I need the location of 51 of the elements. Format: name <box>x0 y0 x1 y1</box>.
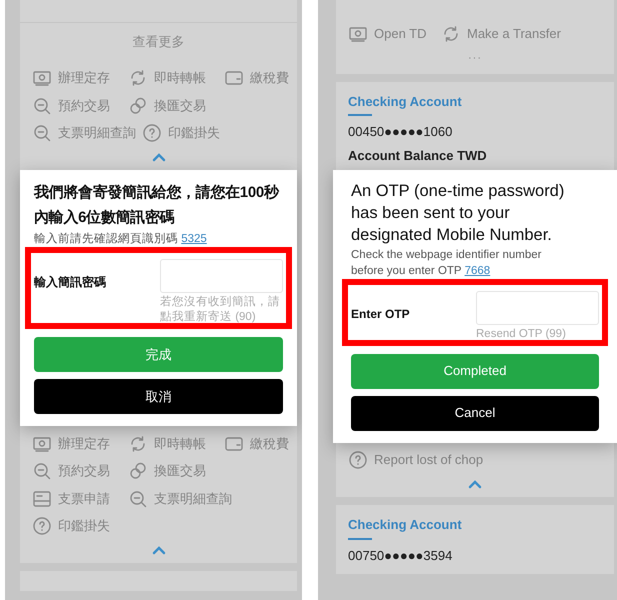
action-item[interactable]: 印鑑掛失 <box>32 516 128 536</box>
view-more-link[interactable]: 查看更多 <box>132 32 184 52</box>
balance-label: Account Balance TWD <box>348 147 487 165</box>
more-dots[interactable]: ··· <box>468 50 482 67</box>
input-field[interactable] <box>476 290 599 324</box>
action-item[interactable]: Open TD <box>348 24 441 44</box>
chevron-up-icon[interactable] <box>468 480 482 489</box>
complete-button[interactable]: Completed <box>351 354 599 388</box>
action-item[interactable]: 即時轉帳 <box>128 68 224 88</box>
action-item[interactable]: 繳稅費 <box>224 434 302 454</box>
dialog-title: An OTP (one-time password) has been sent to your designated Mobile Number. <box>351 180 566 246</box>
dialog-note: 輸入前請先確認網頁識別碼 5325 <box>34 232 208 247</box>
coins-icon <box>128 461 148 482</box>
cancel-button[interactable]: Cancel <box>351 396 599 430</box>
search-icon <box>32 96 52 116</box>
action-item[interactable]: Make a Transfer <box>441 24 567 44</box>
resend-link[interactable]: Resend OTP (99) <box>476 326 599 342</box>
coins-icon <box>128 96 148 116</box>
field-label: 輸入簡訊密碼 <box>34 274 106 291</box>
chevron-up-icon[interactable] <box>152 153 166 162</box>
input-field[interactable] <box>160 259 283 293</box>
action-item[interactable]: 支票申請 <box>32 488 128 509</box>
account-number: 00450●●●●●1060 <box>348 123 452 141</box>
cheque-icon <box>32 488 52 509</box>
chevron-up-icon[interactable] <box>152 546 166 555</box>
help-icon <box>348 450 368 470</box>
complete-button[interactable]: 完成 <box>34 337 283 372</box>
cancel-button[interactable]: 取消 <box>34 379 283 414</box>
dialog-title: 我們將會寄發簡訊給您，請您在100秒內輸入6位數簡訊密碼 <box>34 183 280 228</box>
action-item[interactable]: 辦理定存 <box>32 434 128 454</box>
field-label: Enter OTP <box>351 306 410 322</box>
action-item[interactable]: 換匯交易 <box>128 96 224 116</box>
search-icon <box>32 123 52 144</box>
search-icon <box>32 461 52 482</box>
action-item[interactable]: 預約交易 <box>32 461 128 482</box>
help-icon <box>142 123 162 144</box>
account-type-tab[interactable]: Checking Account <box>348 92 462 111</box>
resend-link[interactable]: 若您沒有收到簡訊，請點我重新寄送 (90) <box>160 295 283 325</box>
account-number: 00750●●●●●3594 <box>348 546 452 564</box>
action-item[interactable]: 繳稅費 <box>224 68 302 88</box>
help-icon <box>32 516 52 536</box>
dialog-note: Check the webpage identifier number before you enter OTP 7668 <box>351 248 543 278</box>
action-item[interactable]: 支票明細查詢 <box>32 123 142 144</box>
action-item[interactable]: 辦理定存 <box>32 68 128 88</box>
search-icon <box>128 488 148 509</box>
action-item[interactable]: 即時轉帳 <box>128 434 224 454</box>
action-item[interactable]: 換匯交易 <box>128 461 224 482</box>
account-type-tab[interactable]: Checking Account <box>348 515 462 534</box>
action-item[interactable]: 預約交易 <box>32 96 128 116</box>
action-item[interactable]: 印鑑掛失 <box>142 123 238 144</box>
action-item[interactable]: 支票明細查詢 <box>128 488 238 509</box>
